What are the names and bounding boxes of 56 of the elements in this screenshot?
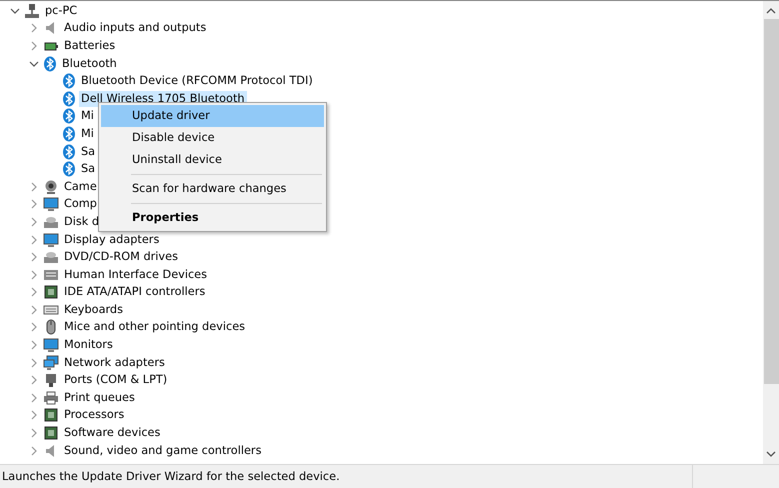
tree-item[interactable]: pc-PC <box>43 2 80 19</box>
tree-item[interactable]: Came <box>62 178 99 195</box>
scroll-down-icon[interactable] <box>766 450 776 458</box>
tree-item[interactable]: IDE ATA/ATAPI controllers <box>62 284 208 300</box>
printer-icon <box>43 390 59 406</box>
chip-icon <box>43 425 59 442</box>
menu-item[interactable]: Disable device <box>101 127 324 149</box>
status-text: Launches the Update Driver Wizard for the selected device. <box>1 470 341 483</box>
bluetooth-icon <box>62 73 76 90</box>
computer-network-icon <box>24 2 40 19</box>
drive-icon <box>43 249 59 266</box>
tree-item[interactable]: Batteries <box>62 38 118 54</box>
tree-item[interactable]: Display adapters <box>62 232 162 248</box>
tree-item[interactable]: Audio inputs and outputs <box>62 20 208 36</box>
menu-item[interactable]: Properties <box>101 207 324 229</box>
tree-item[interactable]: Disk d <box>62 214 102 230</box>
menu-item[interactable]: Uninstall device <box>101 149 324 171</box>
tree-item[interactable]: Comp <box>62 196 99 212</box>
monitor-icon <box>43 196 59 212</box>
bluetooth-icon <box>62 108 76 124</box>
bluetooth-icon <box>62 90 76 107</box>
bluetooth-icon <box>62 161 76 178</box>
tree-item[interactable]: Sound, video and game controllers <box>62 442 264 459</box>
port-icon <box>43 372 59 388</box>
scroll-thumb[interactable] <box>764 19 778 384</box>
tree-item[interactable]: Mi <box>79 126 96 142</box>
tree-item[interactable]: Human Interface Devices <box>62 266 210 283</box>
webcam-icon <box>43 178 59 195</box>
tree-item[interactable]: Bluetooth Device (RFCOMM Protocol TDI) <box>79 73 315 90</box>
network-icon <box>43 354 59 371</box>
tree-item[interactable]: Sa <box>79 161 98 178</box>
expander-icon[interactable] <box>10 6 20 16</box>
tree-item[interactable]: Mice and other pointing devices <box>62 319 248 336</box>
menu-item[interactable]: Update driver <box>101 105 324 127</box>
tree-item[interactable]: Bluetooth <box>60 56 119 72</box>
tree-item[interactable]: Sa <box>79 144 98 160</box>
monitor-icon <box>43 232 59 248</box>
tree-item[interactable]: DVD/CD-ROM drives <box>62 249 180 266</box>
chip-icon <box>43 407 59 424</box>
tree-item[interactable]: Ports (COM & LPT) <box>62 372 170 388</box>
bluetooth-icon <box>43 56 57 72</box>
scrollbar[interactable] <box>763 1 779 464</box>
chip-icon <box>43 284 59 300</box>
scroll-up-icon[interactable] <box>766 7 776 15</box>
tree-item[interactable]: Mi <box>79 108 96 124</box>
tree-item[interactable]: Keyboards <box>62 302 125 318</box>
tree-item[interactable]: Monitors <box>62 337 115 354</box>
bluetooth-icon <box>62 144 76 160</box>
monitor-icon <box>43 337 59 354</box>
bluetooth-icon <box>62 126 76 142</box>
tree-item[interactable]: Network adapters <box>62 354 167 371</box>
tree-item[interactable]: Software devices <box>62 425 162 442</box>
expander-icon[interactable] <box>29 58 39 69</box>
tree-item[interactable]: Processors <box>62 407 126 424</box>
menu-item[interactable]: Scan for hardware changes <box>101 178 324 200</box>
tree-item[interactable]: Print queues <box>62 390 137 406</box>
